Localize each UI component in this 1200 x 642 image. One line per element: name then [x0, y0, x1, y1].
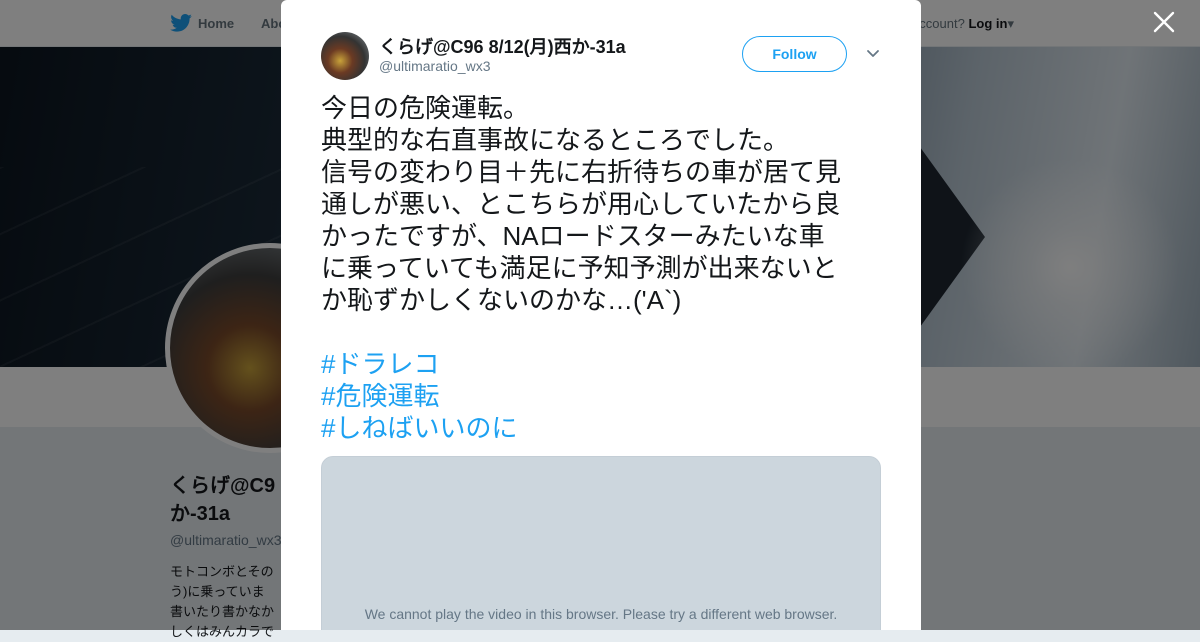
tweet-hashtags: #ドラレコ #危険運転 #しねばいいのに — [321, 348, 517, 444]
tweet-text-line: 通しが悪い、とこちらが用心していたから良 — [321, 189, 841, 219]
tweet-text-line: かったですが、NAロードスターみたいな車 — [321, 221, 825, 251]
tweet-author-avatar[interactable] — [321, 32, 369, 80]
follow-button[interactable]: Follow — [742, 36, 847, 72]
hashtag-link[interactable]: #しねばいいのに — [321, 412, 517, 444]
hashtag-link[interactable]: #危険運転 — [321, 380, 517, 412]
tweet-text-line: 典型的な右直事故になるところでした。 — [321, 125, 790, 155]
video-player[interactable]: We cannot play the video in this browser… — [321, 456, 881, 630]
tweet-author-name[interactable]: くらげ@C96 8/12(月)西か-31a — [379, 33, 626, 59]
tweet-text-line: に乗っていても満足に予知予測が出来ないと — [321, 253, 838, 283]
tweet-text-line: 信号の変わり目＋先に右折待ちの車が居て見 — [321, 157, 842, 187]
close-icon[interactable] — [1150, 10, 1178, 38]
video-unsupported-message: We cannot play the video in this browser… — [364, 606, 838, 622]
tweet-modal: くらげ@C96 8/12(月)西か-31a @ultimaratio_wx3 F… — [281, 0, 921, 630]
tweet-author-handle[interactable]: @ultimaratio_wx3 — [379, 58, 490, 74]
tweet-text-line: か恥ずかしくないのかな…('A`) — [321, 285, 682, 315]
tweet-text: 今日の危険運転。 典型的な右直事故になるところでした。 信号の変わり目＋先に右折… — [321, 92, 891, 316]
tweet-text-line: 今日の危険運転。 — [321, 93, 530, 123]
chevron-down-icon[interactable] — [865, 45, 881, 61]
hashtag-link[interactable]: #ドラレコ — [321, 348, 517, 380]
